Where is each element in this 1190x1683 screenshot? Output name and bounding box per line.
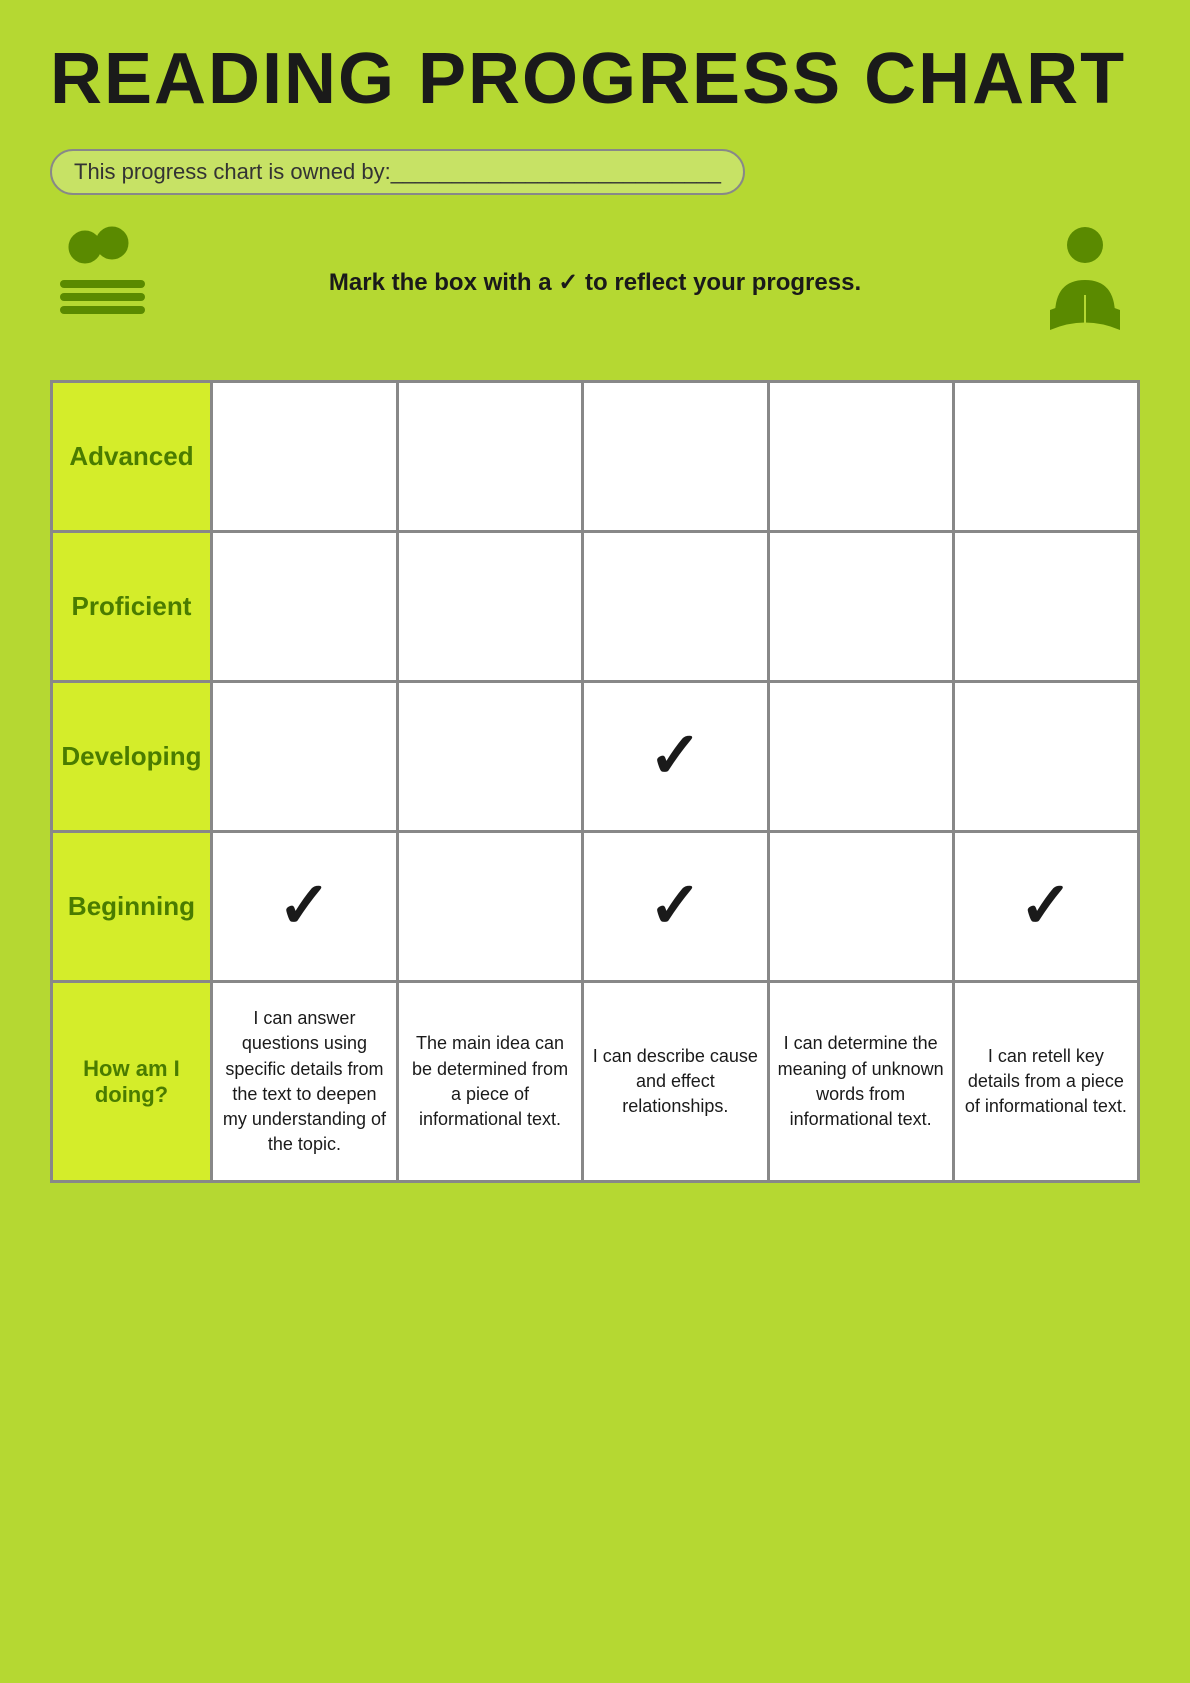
check-cell-adv-3[interactable] <box>583 382 768 532</box>
reader-icon <box>1030 225 1140 340</box>
progress-table: Advanced Proficient Developing ✓ <box>50 380 1140 1183</box>
check-cell-adv-4[interactable] <box>768 382 953 532</box>
checkmark-beg-5: ✓ <box>1019 869 1073 941</box>
row-label-developing: Developing <box>52 682 212 832</box>
table-row-beginning: Beginning ✓ ✓ ✓ <box>52 832 1139 982</box>
check-cell-prof-3[interactable] <box>583 532 768 682</box>
check-cell-dev-3[interactable]: ✓ <box>583 682 768 832</box>
check-cell-beg-3[interactable]: ✓ <box>583 832 768 982</box>
check-cell-prof-4[interactable] <box>768 532 953 682</box>
check-cell-prof-2[interactable] <box>397 532 582 682</box>
check-cell-beg-1[interactable]: ✓ <box>211 832 397 982</box>
description-cell-4: I can determine the meaning of unknown w… <box>768 982 953 1182</box>
checkmark-beg-3: ✓ <box>649 869 703 941</box>
owner-label[interactable]: This progress chart is owned by:________… <box>50 149 745 195</box>
instructions-text: Mark the box with a ✓ to reflect your pr… <box>329 269 861 296</box>
table-row-how-doing: How am I doing? I can answer questions u… <box>52 982 1139 1182</box>
check-cell-dev-2[interactable] <box>397 682 582 832</box>
check-cell-beg-4[interactable] <box>768 832 953 982</box>
check-cell-dev-5[interactable] <box>953 682 1138 832</box>
description-cell-5: I can retell key details from a piece of… <box>953 982 1138 1182</box>
row-label-beginning: Beginning <box>52 832 212 982</box>
checkmark-dev-3: ✓ <box>649 719 703 791</box>
check-cell-beg-2[interactable] <box>397 832 582 982</box>
check-cell-adv-5[interactable] <box>953 382 1138 532</box>
check-cell-prof-5[interactable] <box>953 532 1138 682</box>
check-cell-beg-5[interactable]: ✓ <box>953 832 1138 982</box>
check-cell-adv-1[interactable] <box>211 382 397 532</box>
table-row-proficient: Proficient <box>52 532 1139 682</box>
description-cell-2: The main idea can be determined from a p… <box>397 982 582 1182</box>
check-cell-adv-2[interactable] <box>397 382 582 532</box>
check-cell-dev-1[interactable] <box>211 682 397 832</box>
check-cell-dev-4[interactable] <box>768 682 953 832</box>
row-label-advanced: Advanced <box>52 382 212 532</box>
row-label-how-doing: How am I doing? <box>52 982 212 1182</box>
description-cell-3: I can describe cause and effect relation… <box>583 982 768 1182</box>
teacher-icon <box>50 225 160 340</box>
description-cell-1: I can answer questions using specific de… <box>211 982 397 1182</box>
row-label-proficient: Proficient <box>52 532 212 682</box>
check-cell-prof-1[interactable] <box>211 532 397 682</box>
checkmark-beg-1: ✓ <box>278 869 332 941</box>
table-row-developing: Developing ✓ <box>52 682 1139 832</box>
page-title: READING PROGRESS CHART <box>50 40 1140 119</box>
table-row-advanced: Advanced <box>52 382 1139 532</box>
